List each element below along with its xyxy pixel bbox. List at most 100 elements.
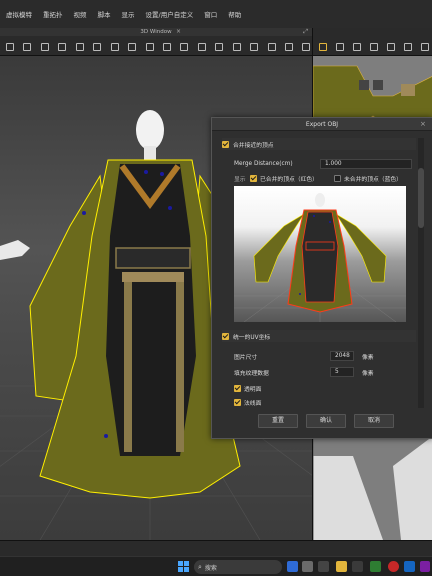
- search-placeholder: 搜索: [204, 564, 217, 572]
- padding-row: 填充纹理数据 5 像素: [222, 366, 416, 378]
- export-preview-image: [234, 186, 406, 322]
- topstitch-tool-icon[interactable]: [195, 40, 207, 52]
- move-tool-icon[interactable]: [20, 40, 32, 52]
- tack-tool-icon[interactable]: [108, 40, 120, 52]
- merged-vertices-option[interactable]: 已合并的顶点（红色）: [250, 174, 318, 183]
- option1-checkbox[interactable]: [234, 384, 241, 392]
- taskbar-search[interactable]: ⌕ 搜索: [194, 560, 282, 574]
- display-label: 显示: [234, 176, 246, 183]
- menu-item-retopology[interactable]: 重拓扑: [43, 9, 63, 19]
- dialog-title: Export OBJ: [212, 118, 432, 131]
- menu-item-settings[interactable]: 设置/用户自定义: [146, 9, 194, 19]
- image-size-label: 图片尺寸: [234, 354, 258, 361]
- pattern-toolbar: [313, 28, 432, 56]
- puckering-tool-icon[interactable]: [247, 40, 259, 52]
- merged-vertices-checkbox[interactable]: [250, 174, 257, 182]
- fit-tool-icon[interactable]: [299, 40, 311, 52]
- avatar-neck: [144, 146, 156, 160]
- merge-distance-label: Merge Distance(cm): [234, 161, 293, 167]
- os-taskbar: ⌕ 搜索: [0, 556, 432, 576]
- graphic-tool-icon[interactable]: [230, 40, 242, 52]
- option1-row[interactable]: 透明面: [222, 382, 416, 394]
- expand-icon[interactable]: ⤢: [303, 28, 308, 36]
- option2-checkbox[interactable]: [234, 398, 241, 406]
- close-icon[interactable]: ×: [420, 120, 428, 128]
- app-icon-4[interactable]: [388, 561, 399, 572]
- brush-tool-icon[interactable]: [73, 40, 85, 52]
- pattern-seam-icon[interactable]: [401, 40, 412, 51]
- app-icon-2[interactable]: [352, 561, 363, 572]
- unified-uv-checkbox[interactable]: [222, 332, 229, 340]
- unmerged-vertices-option[interactable]: 未合并的顶点（蓝色）: [334, 174, 402, 183]
- dialog-body: 合并接近的顶点 Merge Distance(cm) 1.000 显示 已合并的…: [222, 138, 416, 408]
- reset-button[interactable]: 重置: [258, 414, 298, 428]
- avatar-head: [136, 110, 164, 150]
- menu-item-script[interactable]: 脚本: [98, 9, 111, 19]
- pattern-fold-icon[interactable]: [418, 40, 429, 51]
- belt: [115, 247, 191, 269]
- merge-vertices-label: 合并接近的顶点: [233, 142, 274, 149]
- menu-item-video[interactable]: 视频: [74, 9, 87, 19]
- option2-row[interactable]: 法线面: [222, 396, 416, 408]
- unified-uv-label: 统一的UV坐标: [233, 334, 271, 341]
- pattern-select-icon[interactable]: [316, 40, 327, 51]
- texture-tool-icon[interactable]: [212, 40, 224, 52]
- menu-item-avatar[interactable]: 虚拟模特: [6, 9, 32, 19]
- image-size-input[interactable]: 2048: [330, 351, 354, 361]
- merge-distance-input[interactable]: 1.000: [320, 159, 412, 169]
- merge-distance-row: Merge Distance(cm) 1.000: [222, 158, 416, 170]
- app-icon-6[interactable]: [420, 561, 430, 572]
- pattern-edit-icon[interactable]: [350, 40, 361, 51]
- cancel-button[interactable]: 取消: [354, 414, 394, 428]
- search-icon: ⌕: [198, 562, 202, 571]
- menu-bar: 虚拟模特 重拓扑 视频 脚本 显示 设置/用户自定义 窗口 帮助: [0, 0, 432, 28]
- unified-uv-section[interactable]: 统一的UV坐标: [222, 330, 416, 342]
- viewport-title: 3D Window: [140, 29, 172, 35]
- app-icon-3[interactable]: [370, 561, 381, 572]
- merge-vertices-checkbox[interactable]: [222, 140, 229, 148]
- app-icon[interactable]: [302, 561, 313, 572]
- dialog-scrollbar[interactable]: [418, 138, 424, 408]
- zipper-tool-icon[interactable]: [160, 40, 172, 52]
- menu-item-display[interactable]: 显示: [122, 9, 135, 19]
- select-tool-icon[interactable]: [3, 40, 15, 52]
- sash-left: [124, 282, 132, 452]
- padding-unit: 像素: [362, 370, 374, 377]
- trim-tool-icon[interactable]: [177, 40, 189, 52]
- image-size-unit: 像素: [362, 354, 374, 361]
- ok-button[interactable]: 确认: [306, 414, 346, 428]
- file-explorer-icon[interactable]: [336, 561, 347, 572]
- pin-tool-icon[interactable]: [55, 40, 67, 52]
- app-icon-5[interactable]: [404, 561, 415, 572]
- option1-label: 透明面: [244, 386, 262, 393]
- merge-vertices-section[interactable]: 合并接近的顶点: [222, 138, 416, 150]
- menu-item-help[interactable]: 帮助: [228, 9, 241, 19]
- dialog-scroll-thumb[interactable]: [418, 168, 424, 228]
- pattern-curve-icon[interactable]: [367, 40, 378, 51]
- transform-tool-icon[interactable]: [38, 40, 50, 52]
- close-tab-icon[interactable]: ×: [176, 28, 181, 35]
- viewport-toolbar: [0, 36, 312, 56]
- padding-label: 填充纹理数据: [234, 370, 269, 377]
- windows-start-icon[interactable]: [178, 561, 190, 573]
- measure-tool-icon[interactable]: [125, 40, 137, 52]
- fold-tool-icon[interactable]: [90, 40, 102, 52]
- task-view-icon[interactable]: [318, 561, 329, 572]
- pattern-circle-icon[interactable]: [384, 40, 395, 51]
- belt-sash: [122, 272, 184, 282]
- padding-input[interactable]: 5: [330, 367, 354, 377]
- viewport-titlebar: 3D Window × ⤢: [0, 28, 312, 36]
- image-size-row: 图片尺寸 2048 像素: [222, 350, 416, 362]
- left-hand: [0, 240, 30, 260]
- status-bar: [0, 540, 432, 556]
- lower-hem: [138, 456, 162, 492]
- elastic-tool-icon[interactable]: [265, 40, 277, 52]
- button-tool-icon[interactable]: [143, 40, 155, 52]
- option2-label: 法线面: [244, 400, 262, 407]
- menu-item-window[interactable]: 窗口: [204, 9, 217, 19]
- display-row: 显示 已合并的顶点（红色） 未合并的顶点（蓝色）: [222, 172, 416, 184]
- edge-icon[interactable]: [287, 561, 298, 572]
- unmerged-vertices-checkbox[interactable]: [334, 174, 341, 182]
- shrink-tool-icon[interactable]: [282, 40, 294, 52]
- pattern-transform-icon[interactable]: [333, 40, 344, 51]
